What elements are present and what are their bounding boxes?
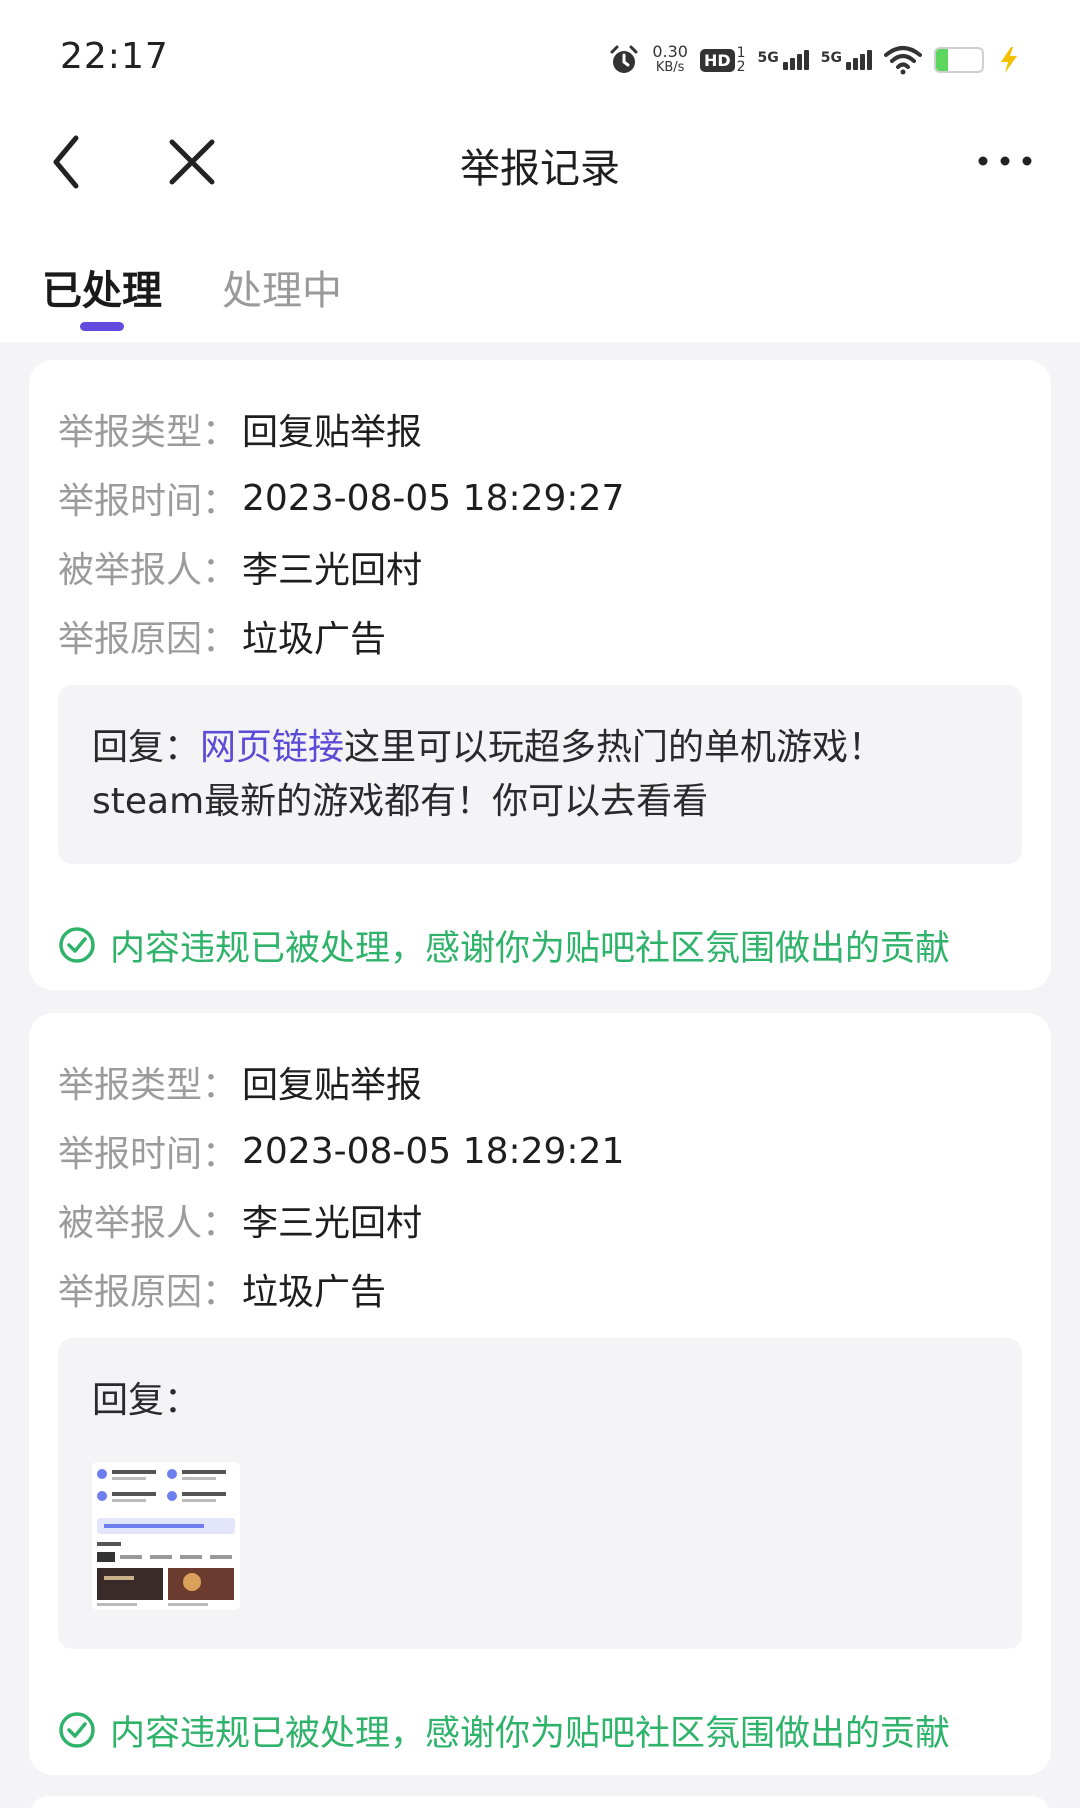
- report-type-row: 举报类型： 回复贴举报: [58, 1057, 422, 1107]
- report-type-label: 举报类型：: [58, 1065, 239, 1106]
- report-time-row: 举报时间： 2023-08-05 18:29:21: [58, 1126, 624, 1176]
- active-tab-indicator: [80, 322, 124, 331]
- reported-reply-text: 回复：: [92, 1374, 972, 1428]
- hd-sub-bottom: 2: [736, 59, 746, 75]
- signal-icon: 5G: [821, 50, 872, 70]
- report-type-label: 举报类型：: [58, 412, 239, 453]
- hd-label: HD: [699, 48, 735, 72]
- signal-icon: 5G: [758, 50, 809, 70]
- handled-status: 内容违规已被处理，感谢你为贴吧社区氛围做出的贡献: [58, 1705, 950, 1755]
- hd-icon: HD 1 2: [699, 45, 746, 75]
- report-time-label: 举报时间：: [58, 481, 239, 522]
- sim2-label: 5G: [820, 50, 842, 66]
- net-speed-value: 0.30: [652, 42, 688, 61]
- handled-status-text: 内容违规已被处理，感谢你为贴吧社区氛围做出的贡献: [110, 1713, 951, 1754]
- hd-sub-top: 1: [736, 45, 746, 61]
- reported-user-value: 李三光回村: [242, 550, 423, 591]
- report-time-row: 举报时间： 2023-08-05 18:29:27: [58, 473, 624, 523]
- tab-processed[interactable]: 已处理: [42, 258, 162, 316]
- report-card: 举报类型： 回复贴举报 举报时间： 2023-08-05 18:29:27 被举…: [29, 360, 1051, 990]
- screenshot-image: [92, 1462, 240, 1610]
- web-link[interactable]: 网页链接: [200, 727, 344, 768]
- reported-reply-box: 回复：网页链接这里可以玩超多热门的单机游戏！steam最新的游戏都有！你可以去看…: [58, 685, 1022, 864]
- report-type-row: 举报类型： 回复贴举报: [58, 404, 422, 454]
- check-circle-icon: [59, 1712, 95, 1748]
- report-reason-value: 垃圾广告: [242, 1272, 387, 1313]
- reported-user-row: 被举报人： 李三光回村: [58, 542, 422, 592]
- report-reason-row: 举报原因： 垃圾广告: [58, 1264, 386, 1314]
- sim1-label: 5G: [757, 50, 779, 66]
- wifi-icon: [884, 46, 922, 75]
- battery-icon: 25: [934, 47, 984, 73]
- charging-icon: [1001, 47, 1017, 73]
- battery-level: 25: [946, 49, 972, 70]
- report-reason-label: 举报原因：: [58, 619, 239, 660]
- reported-user-row: 被举报人： 李三光回村: [58, 1195, 422, 1245]
- reply-prefix: 回复：: [92, 1380, 201, 1421]
- check-circle-icon: [59, 927, 95, 963]
- net-speed-unit: KB/s: [655, 60, 685, 75]
- report-time-value: 2023-08-05 18:29:27: [242, 477, 625, 519]
- reported-user-label: 被举报人：: [58, 550, 239, 591]
- status-icons: 0.30 KB/s HD 1 2 5G 5G 25: [608, 40, 1022, 80]
- report-type-value: 回复贴举报: [242, 412, 423, 453]
- reported-user-value: 李三光回村: [242, 1203, 423, 1244]
- reply-image-thumbnail[interactable]: [92, 1462, 240, 1610]
- report-reason-row: 举报原因： 垃圾广告: [58, 611, 386, 661]
- report-card: [29, 1796, 1051, 1808]
- more-button[interactable]: [970, 140, 1040, 180]
- reported-reply-text: 回复：网页链接这里可以玩超多热门的单机游戏！steam最新的游戏都有！你可以去看…: [92, 721, 972, 829]
- alarm-icon: [610, 45, 638, 73]
- reply-prefix: 回复：: [92, 727, 201, 768]
- handled-status: 内容违规已被处理，感谢你为贴吧社区氛围做出的贡献: [58, 920, 950, 970]
- report-reason-label: 举报原因：: [58, 1272, 239, 1313]
- report-reason-value: 垃圾广告: [242, 619, 387, 660]
- page-title: 举报记录: [460, 146, 620, 192]
- handled-status-text: 内容违规已被处理，感谢你为贴吧社区氛围做出的贡献: [110, 928, 951, 969]
- reported-reply-box: 回复：: [58, 1338, 1022, 1649]
- net-speed: 0.30 KB/s: [652, 44, 688, 76]
- reported-user-label: 被举报人：: [58, 1203, 239, 1244]
- report-type-value: 回复贴举报: [242, 1065, 423, 1106]
- status-time: 22:17: [60, 36, 169, 77]
- report-time-label: 举报时间：: [58, 1134, 239, 1175]
- report-time-value: 2023-08-05 18:29:21: [242, 1130, 625, 1172]
- report-card: 举报类型： 回复贴举报 举报时间： 2023-08-05 18:29:21 被举…: [29, 1013, 1051, 1775]
- more-icon: [978, 156, 1032, 166]
- tab-processing[interactable]: 处理中: [222, 258, 342, 316]
